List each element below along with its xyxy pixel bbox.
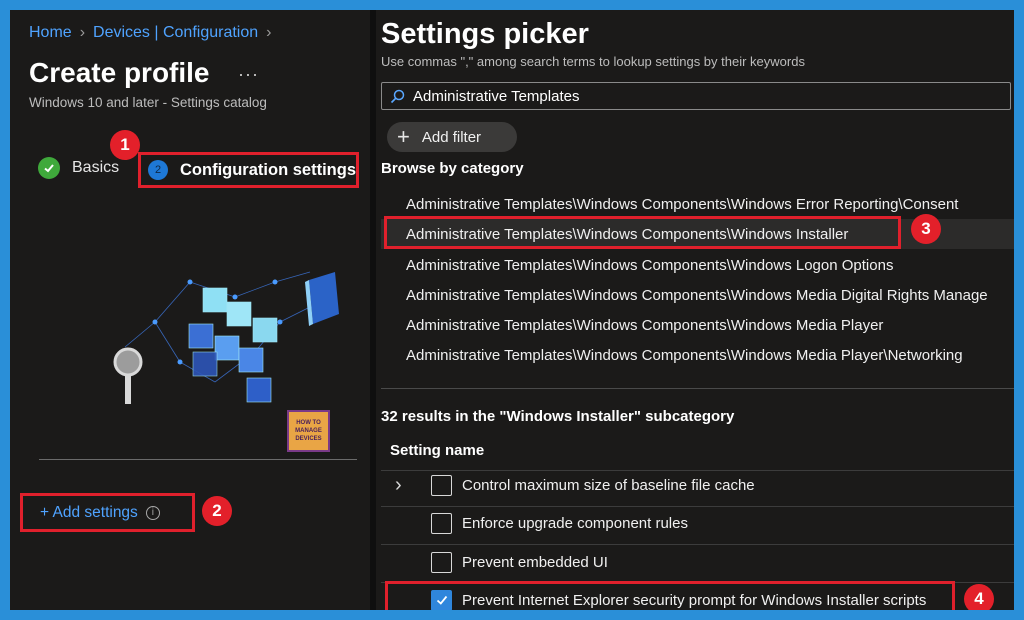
browse-by-category-heading: Browse by category — [381, 160, 524, 177]
category-item[interactable]: Administrative Templates\Windows Compone… — [406, 257, 893, 274]
column-header-setting-name[interactable]: Setting name — [390, 442, 484, 459]
create-profile-blade: Home › Devices | Configuration › Create pro… — [10, 10, 370, 610]
setting-checkbox[interactable] — [431, 474, 452, 496]
settings-illustration — [113, 271, 339, 404]
magnifier-icon — [113, 347, 143, 404]
category-item[interactable]: Administrative Templates\Windows Compone… — [406, 317, 883, 334]
search-input[interactable]: Administrative Templates — [381, 82, 1011, 110]
chevron-right-icon: › — [266, 24, 272, 41]
page-title: Create profile — [29, 57, 210, 88]
setting-row[interactable]: Enforce upgrade component rules — [381, 504, 1014, 542]
more-options-icon[interactable]: ··· — [238, 64, 259, 85]
how-to-manage-devices-logo: HOW TO MANAGE DEVICES — [287, 410, 330, 452]
settings-picker-title: Settings picker — [381, 18, 589, 50]
callout-box-4 — [385, 581, 955, 610]
callout-badge-2: 2 — [202, 496, 232, 526]
callout-badge-4: 4 — [964, 584, 994, 610]
settings-picker-panel: Settings picker Use commas "," among sea… — [376, 10, 1014, 610]
search-input-value: Administrative Templates — [413, 87, 580, 105]
check-icon — [38, 157, 60, 179]
results-heading: 32 results in the "Windows Installer" su… — [381, 408, 735, 425]
breadcrumb: Home › Devices | Configuration › — [29, 24, 279, 42]
category-item[interactable]: Administrative Templates\Windows Compone… — [406, 287, 988, 304]
info-icon[interactable]: i — [145, 505, 160, 520]
tab-configuration-settings-label: Configuration settings — [180, 160, 356, 179]
setting-checkbox[interactable] — [431, 512, 452, 534]
tab-basics-label: Basics — [72, 159, 120, 176]
profile-subtitle: Windows 10 and later - Settings catalog — [29, 95, 267, 110]
category-item[interactable]: Administrative Templates\Windows Compone… — [406, 196, 958, 213]
add-settings-link[interactable]: + Add settings i — [20, 493, 195, 532]
tab-configuration-settings[interactable]: 2 Configuration settings — [138, 152, 359, 188]
setting-row[interactable]: › Control maximum size of baseline file … — [381, 466, 1014, 504]
category-item[interactable]: Administrative Templates\Windows Compone… — [406, 347, 963, 364]
search-icon — [390, 89, 405, 103]
tab-basics[interactable]: Basics — [38, 157, 119, 179]
setting-label: Enforce upgrade component rules — [462, 514, 688, 532]
book-icon — [305, 272, 339, 326]
divider — [39, 459, 357, 460]
add-filter-label: Add filter — [421, 128, 482, 146]
callout-badge-1: 1 — [110, 130, 140, 160]
callout-badge-3: 3 — [911, 214, 941, 244]
breadcrumb-home[interactable]: Home — [29, 24, 72, 41]
plus-icon: + — [397, 124, 410, 149]
step-number: 2 — [148, 160, 168, 180]
breadcrumb-devices-configuration[interactable]: Devices | Configuration — [93, 24, 258, 41]
add-filter-button[interactable]: + Add filter — [387, 122, 517, 152]
callout-box-3 — [384, 216, 901, 249]
portal-frame: Home › Devices | Configuration › Create pro… — [10, 10, 1014, 610]
chevron-right-icon[interactable]: › — [395, 474, 402, 497]
setting-label: Prevent embedded UI — [462, 553, 608, 571]
add-settings-label: + Add settings — [40, 503, 138, 521]
settings-picker-hint: Use commas "," among search terms to loo… — [381, 54, 805, 69]
setting-row[interactable]: Prevent embedded UI — [381, 543, 1014, 581]
chevron-right-icon: › — [79, 24, 86, 41]
setting-label: Control maximum size of baseline file ca… — [462, 476, 755, 494]
divider — [381, 388, 1014, 389]
setting-checkbox[interactable] — [431, 551, 452, 573]
